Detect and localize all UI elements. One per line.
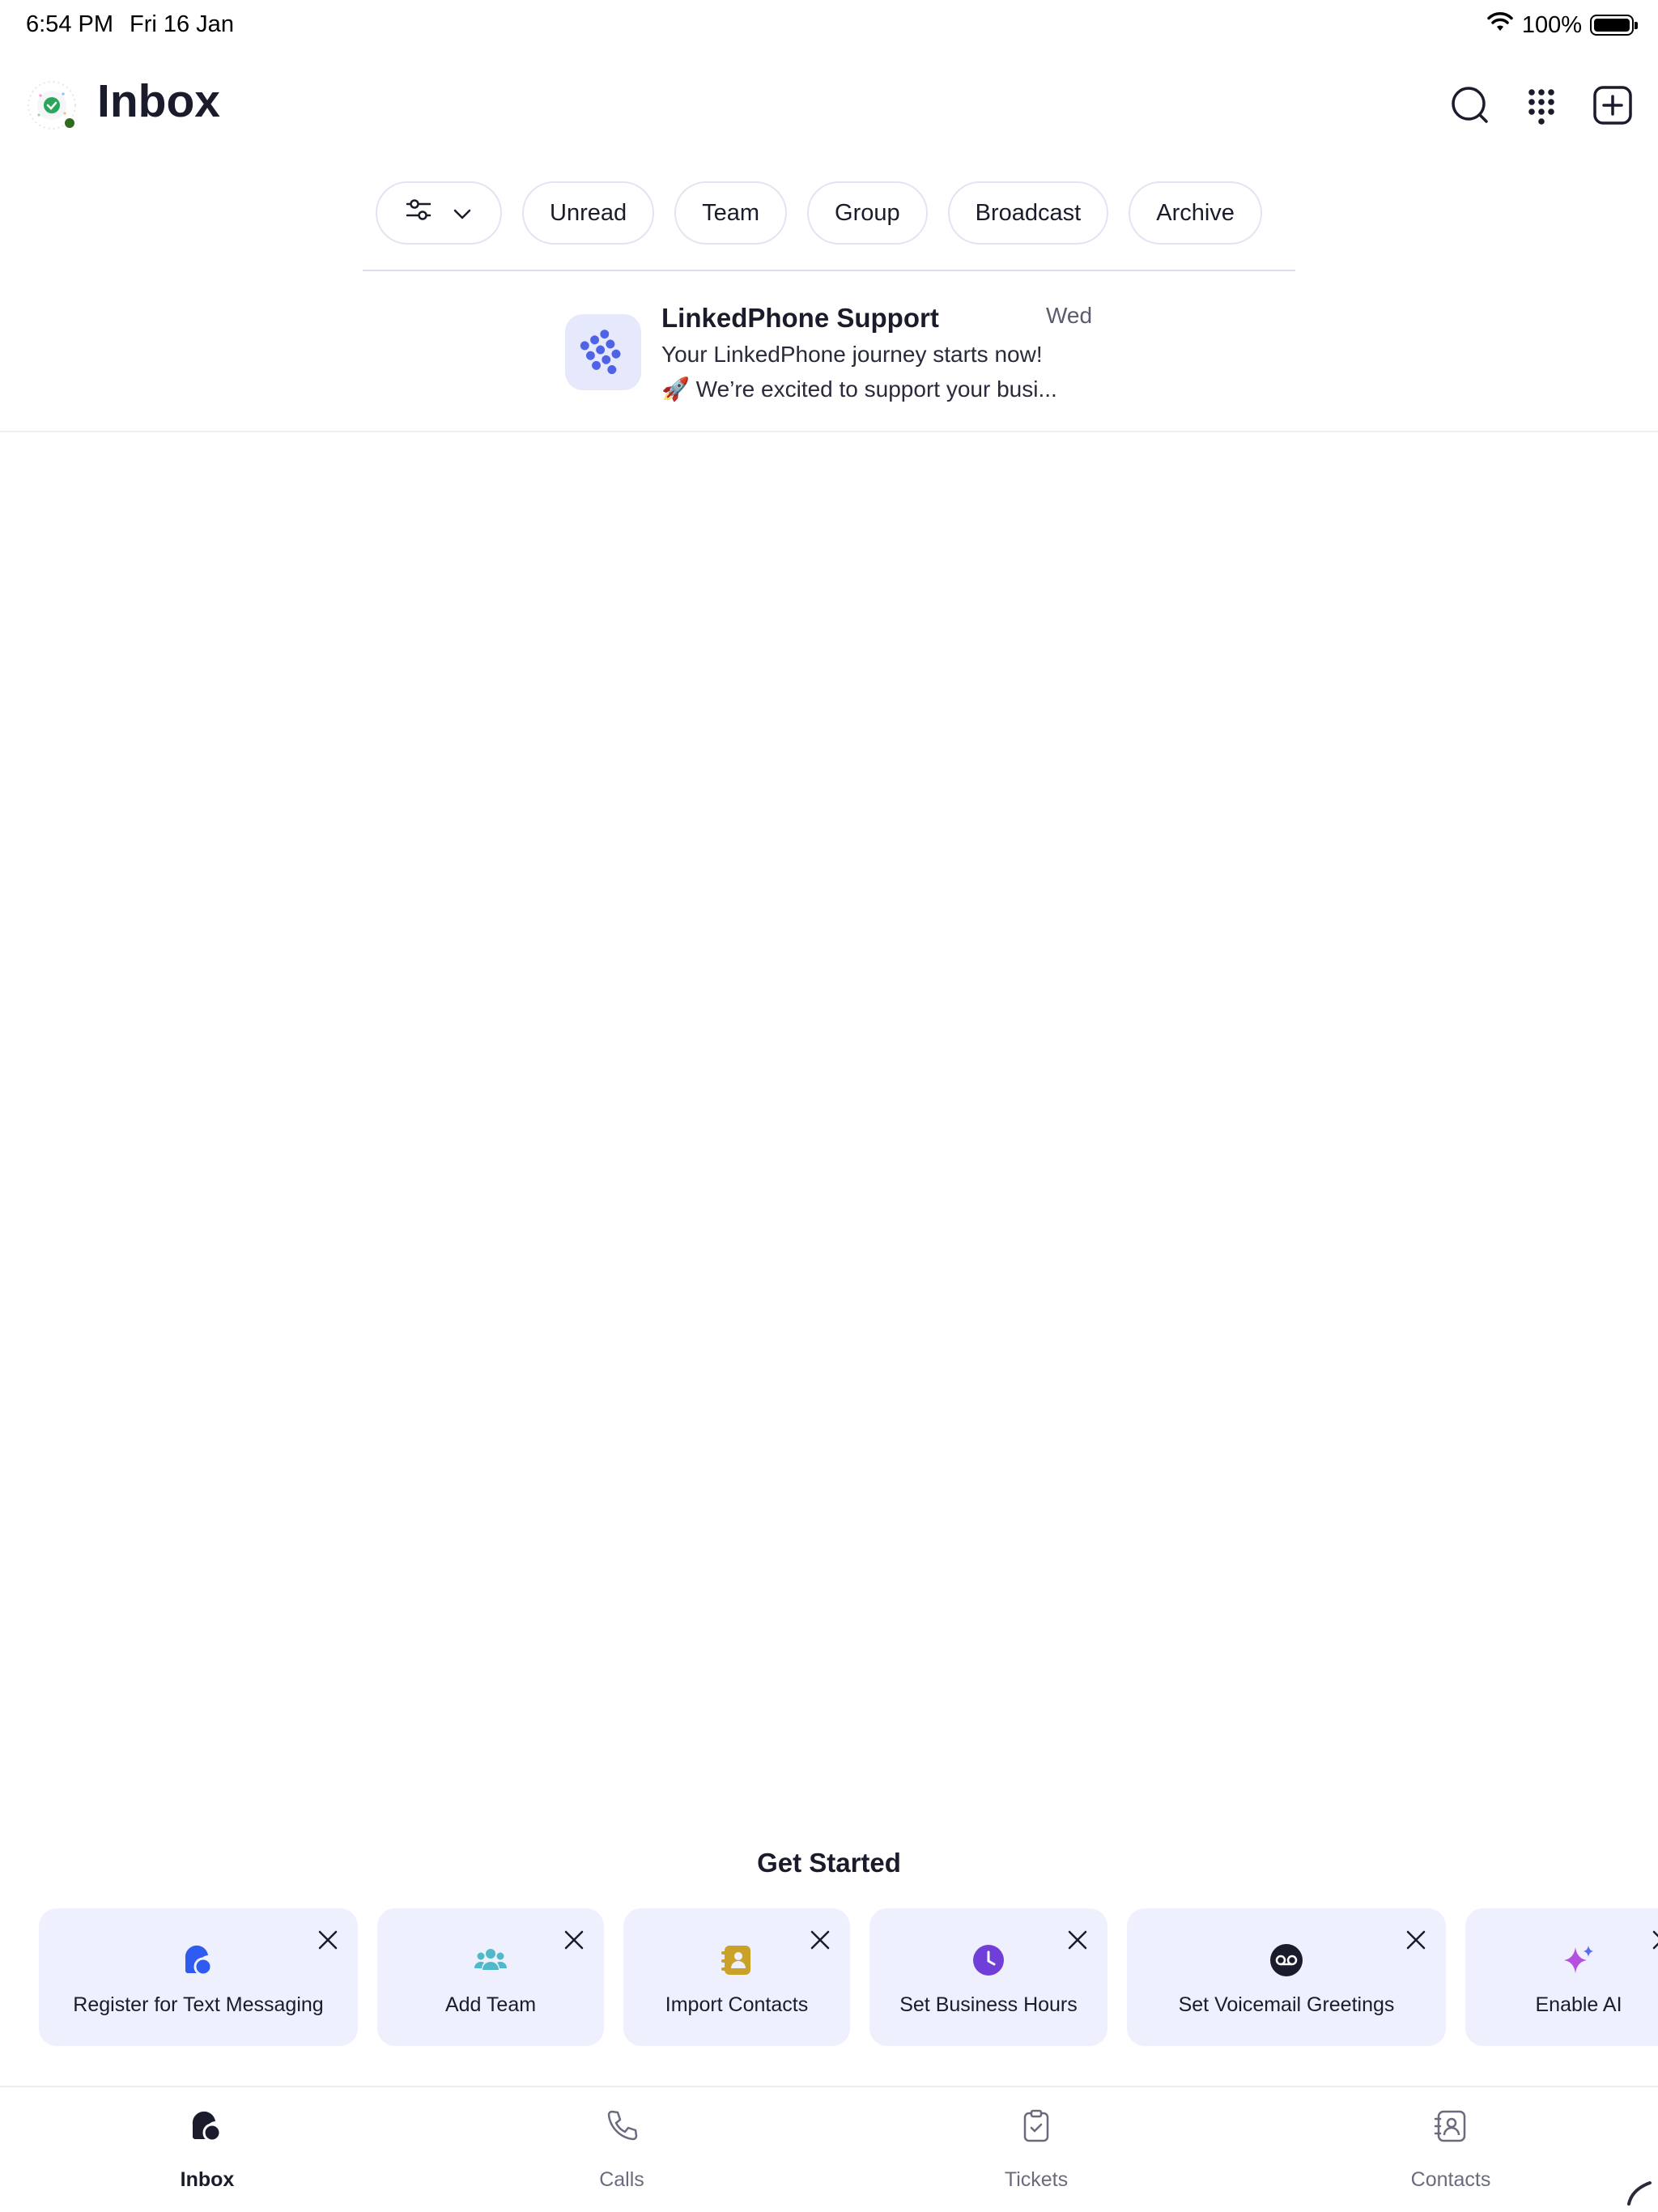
search-icon[interactable]	[1448, 83, 1493, 128]
tab-label: Tickets	[1004, 2168, 1069, 2191]
phone-icon	[604, 2108, 640, 2144]
card-import-contacts[interactable]: Import Contacts	[623, 1908, 850, 2046]
page-title: Inbox	[97, 75, 220, 127]
conversation-item[interactable]: LinkedPhone Support Wed Your LinkedPhone…	[0, 291, 1658, 432]
tab-tickets[interactable]: Tickets	[829, 2087, 1244, 2212]
card-label: Set Voicemail Greetings	[1178, 1993, 1395, 2016]
card-set-business-hours[interactable]: Set Business Hours	[869, 1908, 1107, 2046]
chip-archive[interactable]: Archive	[1129, 181, 1262, 245]
card-set-voicemail-greetings[interactable]: Set Voicemail Greetings	[1127, 1908, 1446, 2046]
inbox-icon	[189, 2108, 225, 2144]
close-icon[interactable]	[316, 1928, 340, 1952]
online-status-dot	[63, 117, 76, 130]
tab-label: Contacts	[1410, 2168, 1491, 2191]
status-time: 6:54 PM	[26, 11, 113, 37]
tab-inbox[interactable]: Inbox	[0, 2087, 414, 2212]
wifi-icon	[1486, 11, 1514, 39]
card-label: Import Contacts	[665, 1993, 809, 2016]
get-started-title: Get Started	[757, 1848, 901, 1878]
card-label: Add Team	[444, 1993, 537, 2016]
chip-unread[interactable]: Unread	[522, 181, 655, 245]
status-date: Fri 16 Jan	[130, 11, 234, 37]
card-label: Register for Text Messaging	[73, 1993, 324, 2016]
tab-contacts[interactable]: Contacts	[1244, 2087, 1658, 2212]
close-icon[interactable]	[808, 1928, 832, 1952]
filter-dropdown-button[interactable]	[376, 181, 502, 245]
card-enable-ai[interactable]: Enable AI	[1465, 1908, 1658, 2046]
conversation-time: Wed	[1046, 303, 1093, 328]
contact-card-icon	[1433, 2108, 1469, 2144]
chevron-down-icon	[453, 200, 472, 227]
tab-bar: Inbox Calls Tickets Contacts	[0, 2086, 1658, 2212]
sparkle-icon	[1561, 1942, 1596, 1978]
close-icon[interactable]	[1065, 1928, 1090, 1952]
chip-broadcast[interactable]: Broadcast	[947, 181, 1109, 245]
status-right: 100%	[1486, 11, 1638, 39]
compose-icon[interactable]	[1590, 83, 1635, 128]
app-header: Inbox	[0, 68, 1658, 141]
status-bar: 6:54 PM Fri 16 Jan 100%	[0, 0, 1658, 52]
resize-handle-icon	[1624, 2178, 1653, 2207]
tab-calls[interactable]: Calls	[414, 2087, 829, 2212]
divider	[363, 270, 1295, 271]
voicemail-icon	[1269, 1942, 1304, 1978]
tab-label: Inbox	[180, 2168, 235, 2191]
close-icon[interactable]	[562, 1928, 586, 1952]
messaging-icon	[181, 1942, 216, 1978]
conversation-preview-line1: Your LinkedPhone journey starts now!	[661, 342, 1043, 367]
card-register-text-messaging[interactable]: Register for Text Messaging	[39, 1908, 358, 2046]
contacts-book-icon	[719, 1942, 755, 1978]
card-label: Enable AI	[1535, 1993, 1622, 2016]
clock-icon	[971, 1942, 1006, 1978]
get-started-cards: Register for Text Messaging Add Team Imp…	[39, 1908, 1658, 2046]
tab-label: Calls	[599, 2168, 644, 2191]
ticket-clipboard-icon	[1018, 2108, 1054, 2144]
sliders-icon	[406, 198, 432, 228]
close-icon[interactable]	[1650, 1928, 1658, 1952]
card-label: Set Business Hours	[899, 1993, 1078, 2016]
conversation-preview-line2: 🚀 We’re excited to support your busi...	[661, 376, 1057, 402]
chip-team[interactable]: Team	[674, 181, 788, 245]
filter-chips: Unread Team Group Broadcast Archive	[376, 181, 1262, 245]
chip-group[interactable]: Group	[807, 181, 928, 245]
team-icon	[473, 1942, 508, 1978]
conversation-name: LinkedPhone Support	[661, 303, 939, 333]
dialpad-icon[interactable]	[1519, 83, 1564, 128]
battery-icon	[1590, 15, 1638, 36]
battery-percent: 100%	[1521, 11, 1582, 38]
card-add-team[interactable]: Add Team	[377, 1908, 604, 2046]
close-icon[interactable]	[1404, 1928, 1428, 1952]
linkedphone-logo-icon	[565, 314, 641, 390]
